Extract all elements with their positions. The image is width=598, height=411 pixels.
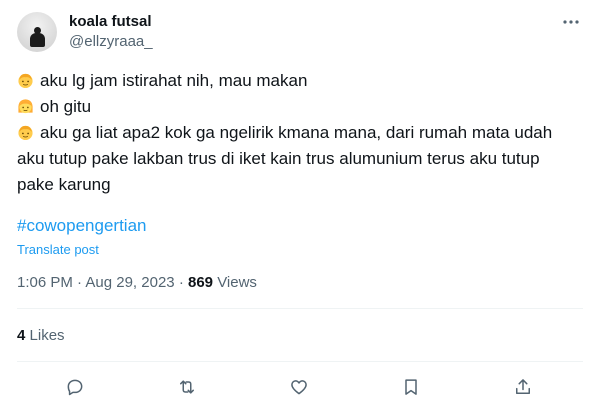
tweet-line-text: oh gitu	[40, 97, 92, 116]
girl-face-emoji-icon	[18, 99, 33, 114]
tweet-line: pake karung	[17, 175, 111, 194]
translate-post-link[interactable]: Translate post	[17, 241, 99, 259]
more-dots-icon	[563, 20, 579, 24]
retweet-button[interactable]	[176, 376, 198, 398]
views-count: 869	[187, 274, 214, 291]
boy-face-emoji-icon	[18, 73, 33, 89]
author-names: koala futsal @ellzyraaa_	[69, 13, 153, 52]
share-icon	[516, 379, 530, 394]
reply-icon	[67, 379, 83, 396]
tweet-text: aku lg jam istirahat nih, mau makan oh g…	[17, 68, 583, 198]
more-options-button[interactable]	[561, 12, 581, 32]
action-bar	[17, 370, 583, 404]
post-date[interactable]: Aug 29, 2023	[85, 274, 174, 291]
tweet-line: oh gitu	[17, 94, 583, 120]
likes-label: Likes	[29, 327, 65, 344]
author-handle[interactable]: @ellzyraaa_	[69, 32, 153, 52]
likes-count: 4	[17, 327, 26, 344]
tweet-meta: 1:06 PM · Aug 29, 2023 · 869 Views	[17, 273, 257, 293]
avatar[interactable]	[17, 12, 57, 52]
heart-icon	[291, 380, 307, 395]
author-display-name[interactable]: koala futsal	[69, 13, 153, 31]
like-button[interactable]	[288, 376, 310, 398]
bookmark-button[interactable]	[400, 376, 422, 398]
meta-separator: ·	[178, 274, 188, 291]
tweet-line: aku tutup pake lakban trus di iket kain …	[17, 149, 540, 168]
divider	[17, 361, 583, 362]
share-button[interactable]	[512, 376, 534, 398]
tweet-line-text: aku ga liat apa2 kok ga ngelirik kmana m…	[40, 123, 553, 142]
bookmark-icon	[405, 379, 417, 395]
views-label: Views	[217, 274, 257, 291]
tweet-detail: koala futsal @ellzyraaa_ aku lg jam isti…	[0, 0, 598, 411]
tweet-line-text: aku lg jam istirahat nih, mau makan	[40, 71, 308, 90]
boy-face-emoji-icon	[18, 125, 33, 141]
divider	[17, 308, 583, 309]
tweet-line: aku ga liat apa2 kok ga ngelirik kmana m…	[17, 120, 583, 146]
hashtag-link[interactable]: #cowopengertian	[17, 214, 146, 238]
retweet-icon	[180, 380, 194, 394]
post-time[interactable]: 1:06 PM	[17, 274, 73, 291]
tweet-line: aku lg jam istirahat nih, mau makan	[17, 68, 583, 94]
tweet-header: koala futsal @ellzyraaa_	[17, 12, 583, 54]
likes-link[interactable]: 4 Likes	[17, 326, 65, 346]
avatar-figure-body	[30, 33, 45, 47]
reply-button[interactable]	[64, 376, 86, 398]
